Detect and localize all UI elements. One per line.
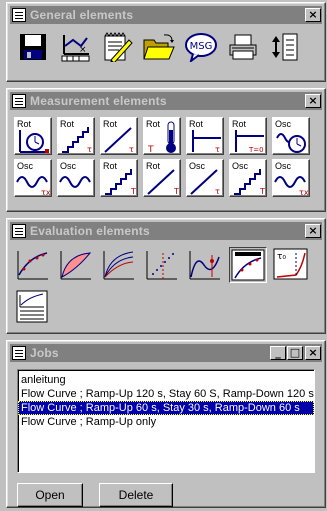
scatter-fit-icon [17, 251, 48, 280]
curve-family-element[interactable] [100, 247, 138, 283]
sine-wave-icon: τx [274, 176, 309, 197]
save-disk-icon[interactable] [15, 31, 51, 63]
clock-icon [19, 130, 49, 153]
panel-title: General elements [30, 8, 134, 22]
svg-text:T: T [259, 187, 265, 196]
rot-timer-element[interactable]: Rot [14, 117, 52, 155]
osc-wave-element-3[interactable]: Osc τx [272, 159, 310, 197]
close-button[interactable]: × [305, 346, 321, 360]
ramp-linear-icon: τ [190, 169, 220, 196]
close-button[interactable]: × [305, 224, 321, 238]
window-icon [12, 8, 26, 22]
reset-time-icon: T=0 [235, 130, 264, 154]
table-report-icon [16, 290, 48, 323]
list-item[interactable]: Flow Curve ; Ramp-Up 120 s, Stay 60 S, R… [18, 387, 314, 401]
list-item-selected[interactable]: Flow Curve ; Ramp-Up 60 s, Stay 30 s, Ra… [18, 401, 314, 415]
measurement-elements-titlebar[interactable]: Measurement elements × [10, 92, 322, 110]
t0-label: T=0 [248, 146, 264, 154]
jobs-list[interactable]: anleitung Flow Curve ; Ramp-Up 120 s, St… [17, 369, 315, 473]
svg-text:T: T [147, 145, 154, 155]
sine-wave-icon: τx [16, 176, 51, 197]
open-folder-icon[interactable] [141, 31, 177, 63]
osc-wave-element-2[interactable]: Osc [57, 159, 95, 197]
list-item[interactable]: Flow Curve ; Ramp-Up only [18, 415, 314, 429]
rot-ramp-linear-element-2[interactable]: Rot T [143, 159, 181, 197]
osc-timer-element[interactable]: Osc [272, 117, 310, 155]
maximize-button[interactable]: □ [287, 346, 303, 360]
model-fit-element[interactable] [229, 247, 267, 283]
close-button[interactable]: × [305, 94, 321, 108]
data-points-icon [146, 251, 177, 280]
general-toolbar: × MSG [15, 31, 303, 63]
svg-text:τ₀: τ₀ [277, 252, 286, 262]
rot-constant-element[interactable]: Rot τ [186, 117, 224, 155]
svg-text:τ: τ [215, 145, 220, 154]
svg-text:T: T [130, 187, 136, 196]
svg-text:τx: τx [41, 188, 51, 197]
constant-line-icon: τ [192, 130, 221, 154]
window-icon [12, 224, 26, 238]
svg-text:τx: τx [299, 188, 309, 197]
panel-title: Measurement elements [30, 94, 167, 108]
notepad-edit-icon[interactable] [99, 31, 135, 63]
peak-curve-icon [189, 251, 220, 280]
measurement-row-2: Osc τx Osc Rot T Rot T Osc τ Osc T Osc τ… [14, 159, 310, 197]
jobs-window: Jobs _ □ × anleitung Flow Curve ; Ramp-U… [6, 340, 326, 508]
sine-wave-icon [59, 176, 91, 188]
msg-label: MSG [190, 41, 213, 52]
osc-wave-element[interactable]: Osc τx [14, 159, 52, 197]
list-item[interactable]: anleitung [18, 373, 314, 387]
svg-text:τ: τ [87, 145, 92, 154]
evaluation-elements-panel: Evaluation elements × τ₀ [6, 218, 326, 334]
evaluation-elements-titlebar[interactable]: Evaluation elements × [10, 222, 322, 240]
yield-point-element[interactable]: τ₀ [272, 247, 310, 283]
ramp-linear-icon: τ [104, 127, 134, 154]
jobs-titlebar[interactable]: Jobs _ □ × [10, 344, 322, 362]
open-button[interactable]: Open [17, 483, 83, 507]
peak-analysis-element[interactable] [186, 247, 224, 283]
evaluation-row-2 [14, 289, 52, 325]
svg-text:×: × [79, 45, 87, 55]
measurement-elements-panel: Measurement elements × Rot Rot τ Rot τ R… [6, 88, 326, 212]
thermometer-icon: T [147, 121, 176, 155]
yield-point-icon: τ₀ [273, 248, 308, 280]
model-fit-icon [231, 249, 265, 281]
curve-family-icon [103, 251, 134, 280]
table-report-element[interactable] [14, 289, 52, 325]
hysteresis-icon [60, 251, 92, 280]
ramp-steps-icon: T [234, 169, 265, 196]
regression-fit-element[interactable] [14, 247, 52, 283]
msg-bubble-icon[interactable]: MSG [183, 31, 219, 63]
printer-icon[interactable] [225, 31, 261, 63]
hysteresis-area-element[interactable] [57, 247, 95, 283]
panel-title: Evaluation elements [30, 224, 150, 238]
general-elements-panel: General elements × × MSG [6, 2, 326, 82]
minimize-button[interactable]: _ [270, 346, 286, 360]
wave-clock-icon [276, 133, 306, 153]
data-points-element[interactable] [143, 247, 181, 283]
close-button[interactable]: × [305, 8, 321, 22]
rot-t0-element[interactable]: Rot T=0 [229, 117, 267, 155]
window-icon [12, 94, 26, 108]
measurement-row-1: Rot Rot τ Rot τ Rot T Rot τ Rot T=0 Osc [14, 117, 310, 155]
window-icon [12, 346, 26, 360]
rot-temperature-element[interactable]: Rot T [143, 117, 181, 155]
rot-ramp-step-element-2[interactable]: Rot T [100, 159, 138, 197]
delete-button[interactable]: Delete [99, 483, 173, 507]
rot-ramp-linear-element[interactable]: Rot τ [100, 117, 138, 155]
ramp-linear-icon: T [147, 169, 179, 196]
rot-ramp-step-element[interactable]: Rot τ [57, 117, 95, 155]
general-elements-titlebar[interactable]: General elements × [10, 6, 322, 24]
chart-data-icon[interactable]: × [57, 31, 93, 63]
ramp-steps-icon: T [105, 169, 136, 196]
svg-text:τ: τ [129, 145, 134, 154]
evaluation-row-1: τ₀ [14, 247, 310, 283]
svg-text:τ: τ [215, 187, 220, 196]
osc-ramp-linear-element[interactable]: Osc τ [186, 159, 224, 197]
svg-text:T: T [173, 187, 179, 196]
ramp-steps-icon: τ [62, 127, 92, 154]
osc-ramp-step-element[interactable]: Osc T [229, 159, 267, 197]
panel-title: Jobs [30, 346, 59, 360]
settings-stepper-icon[interactable] [267, 31, 303, 63]
